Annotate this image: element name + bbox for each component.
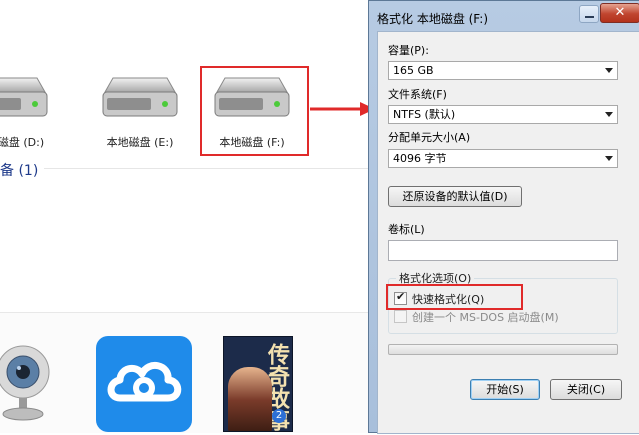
filesystem-select[interactable]: NTFS (默认) xyxy=(388,105,618,124)
chevron-down-icon xyxy=(605,156,613,161)
drive-label: 本地磁盘 (D:) xyxy=(0,136,45,149)
drive-e[interactable]: 本地磁盘 (E:) xyxy=(90,74,190,149)
msdos-boot-checkbox xyxy=(394,310,407,323)
red-arrow-icon xyxy=(310,102,375,116)
capacity-value: 165 GB xyxy=(393,64,434,77)
devices-section-title: 备 (1) xyxy=(0,160,45,180)
dialog-client-area: 容量(P): 165 GB 文件系统(F) NTFS (默认) 分配单元大小(A… xyxy=(377,31,639,434)
dialog-title: 格式化 本地磁盘 (F:) xyxy=(377,12,489,26)
restore-defaults-button[interactable]: 还原设备的默认值(D) xyxy=(388,186,522,207)
volume-label-input[interactable] xyxy=(388,240,618,261)
msdos-boot-label: 创建一个 MS-DOS 启动盘(M) xyxy=(412,311,559,324)
close-button[interactable]: 关闭(C) xyxy=(550,379,622,400)
book-cover-icon[interactable]: 传奇故事 2 xyxy=(223,336,293,432)
book-volume-badge: 2 xyxy=(272,409,286,423)
volume-label-caption: 卷标(L) xyxy=(388,223,425,236)
quick-format-highlight-box xyxy=(386,284,523,310)
explorer-window: 本地磁盘 (D:) 本地磁盘 (E:) xyxy=(0,0,372,433)
allocation-label: 分配单元大小(A) xyxy=(388,131,471,144)
drive-d[interactable]: 本地磁盘 (D:) xyxy=(0,74,60,149)
allocation-value: 4096 字节 xyxy=(393,152,447,165)
minimize-button[interactable] xyxy=(579,5,599,23)
drive-f-highlight-box xyxy=(200,66,309,156)
filesystem-label: 文件系统(F) xyxy=(388,88,447,101)
cloud-app-icon[interactable] xyxy=(96,336,192,432)
capacity-select[interactable]: 165 GB xyxy=(388,61,618,80)
format-progress-bar xyxy=(388,344,618,355)
hard-drive-icon xyxy=(97,74,183,124)
book-portrait xyxy=(228,367,272,431)
format-dialog: 格式化 本地磁盘 (F:) ✕ 容量(P): 165 GB 文件系统(F) NT… xyxy=(368,0,639,434)
dialog-titlebar[interactable]: 格式化 本地磁盘 (F:) ✕ xyxy=(369,1,639,31)
hard-drive-icon xyxy=(0,74,53,124)
capacity-label: 容量(P): xyxy=(388,44,429,57)
drive-label: 本地磁盘 (E:) xyxy=(106,136,174,149)
chevron-down-icon xyxy=(605,68,613,73)
webcam-icon[interactable] xyxy=(0,336,56,424)
close-window-button[interactable]: ✕ xyxy=(600,3,639,23)
start-button[interactable]: 开始(S) xyxy=(470,379,540,400)
allocation-select[interactable]: 4096 字节 xyxy=(388,149,618,168)
chevron-down-icon xyxy=(605,112,613,117)
section-divider xyxy=(0,168,372,169)
filesystem-value: NTFS (默认) xyxy=(393,108,456,121)
